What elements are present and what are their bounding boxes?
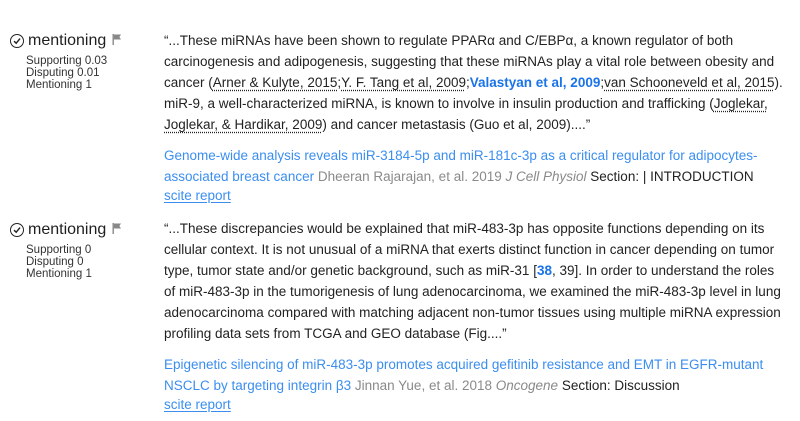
- highlighted-reference[interactable]: Valastyan et al, 2009: [470, 75, 601, 90]
- excerpt-text: ) and cancer metastasis (Guo et al, 2009…: [322, 117, 591, 132]
- paper-section: Section: Discussion: [561, 378, 680, 393]
- citation-source: Epigenetic silencing of miR-483-3p promo…: [164, 354, 784, 396]
- citation-body: “...These miRNAs have been shown to regu…: [164, 30, 784, 205]
- check-circle-icon: [10, 34, 24, 48]
- highlighted-reference[interactable]: 38: [537, 263, 552, 278]
- scite-report-link[interactable]: scite report: [164, 396, 231, 414]
- citation-type-label: mentioning: [28, 221, 107, 238]
- citation-type: mentioning: [10, 220, 160, 240]
- supporting-stat: Supporting 0: [26, 244, 92, 256]
- citation-source: Genome-wide analysis reveals miR-3184-5p…: [164, 145, 784, 187]
- citation-body: “...These discrepancies would be explain…: [164, 218, 784, 414]
- scite-report-link[interactable]: scite report: [164, 187, 231, 205]
- paper-section: Section: | INTRODUCTION: [590, 169, 754, 184]
- paper-authors: Dheeran Rajarajan, et al. 2019: [317, 169, 502, 184]
- reference-link[interactable]: van Schooneveld et al, 2015: [604, 75, 774, 90]
- reference-link[interactable]: Y. F. Tang et al, 2009: [341, 75, 466, 90]
- paper-journal: Oncogene: [495, 378, 559, 393]
- citation-stats: Supporting 0.03 Disputing 0.01 Mentionin…: [26, 55, 160, 91]
- paper-journal: J Cell Physiol: [505, 169, 587, 184]
- citation-meta: mentioning Supporting 0.03 Disputing 0.0…: [10, 31, 160, 91]
- flag-icon[interactable]: [112, 32, 122, 50]
- citation-excerpt: “...These miRNAs have been shown to regu…: [164, 30, 784, 135]
- check-circle-icon: [10, 223, 24, 237]
- supporting-stat: Supporting 0.03: [26, 55, 108, 67]
- citation-stats: Supporting 0 Disputing 0 Mentioning 1: [26, 244, 160, 280]
- reference-link[interactable]: Arner & Kulyte, 2015: [213, 75, 338, 90]
- citation-excerpt: “...These discrepancies would be explain…: [164, 218, 784, 344]
- citation-meta: mentioning Supporting 0 Disputing 0 Ment…: [10, 220, 160, 280]
- flag-icon[interactable]: [112, 221, 122, 239]
- mentioning-stat: Mentioning 1: [26, 79, 92, 91]
- mentioning-stat: Mentioning 1: [26, 268, 92, 280]
- paper-authors: Jinnan Yue, et al. 2018: [354, 378, 492, 393]
- disputing-stat: Disputing 0.01: [26, 67, 100, 79]
- disputing-stat: Disputing 0: [26, 256, 84, 268]
- citation-type: mentioning: [10, 31, 160, 51]
- citation-type-label: mentioning: [28, 32, 107, 49]
